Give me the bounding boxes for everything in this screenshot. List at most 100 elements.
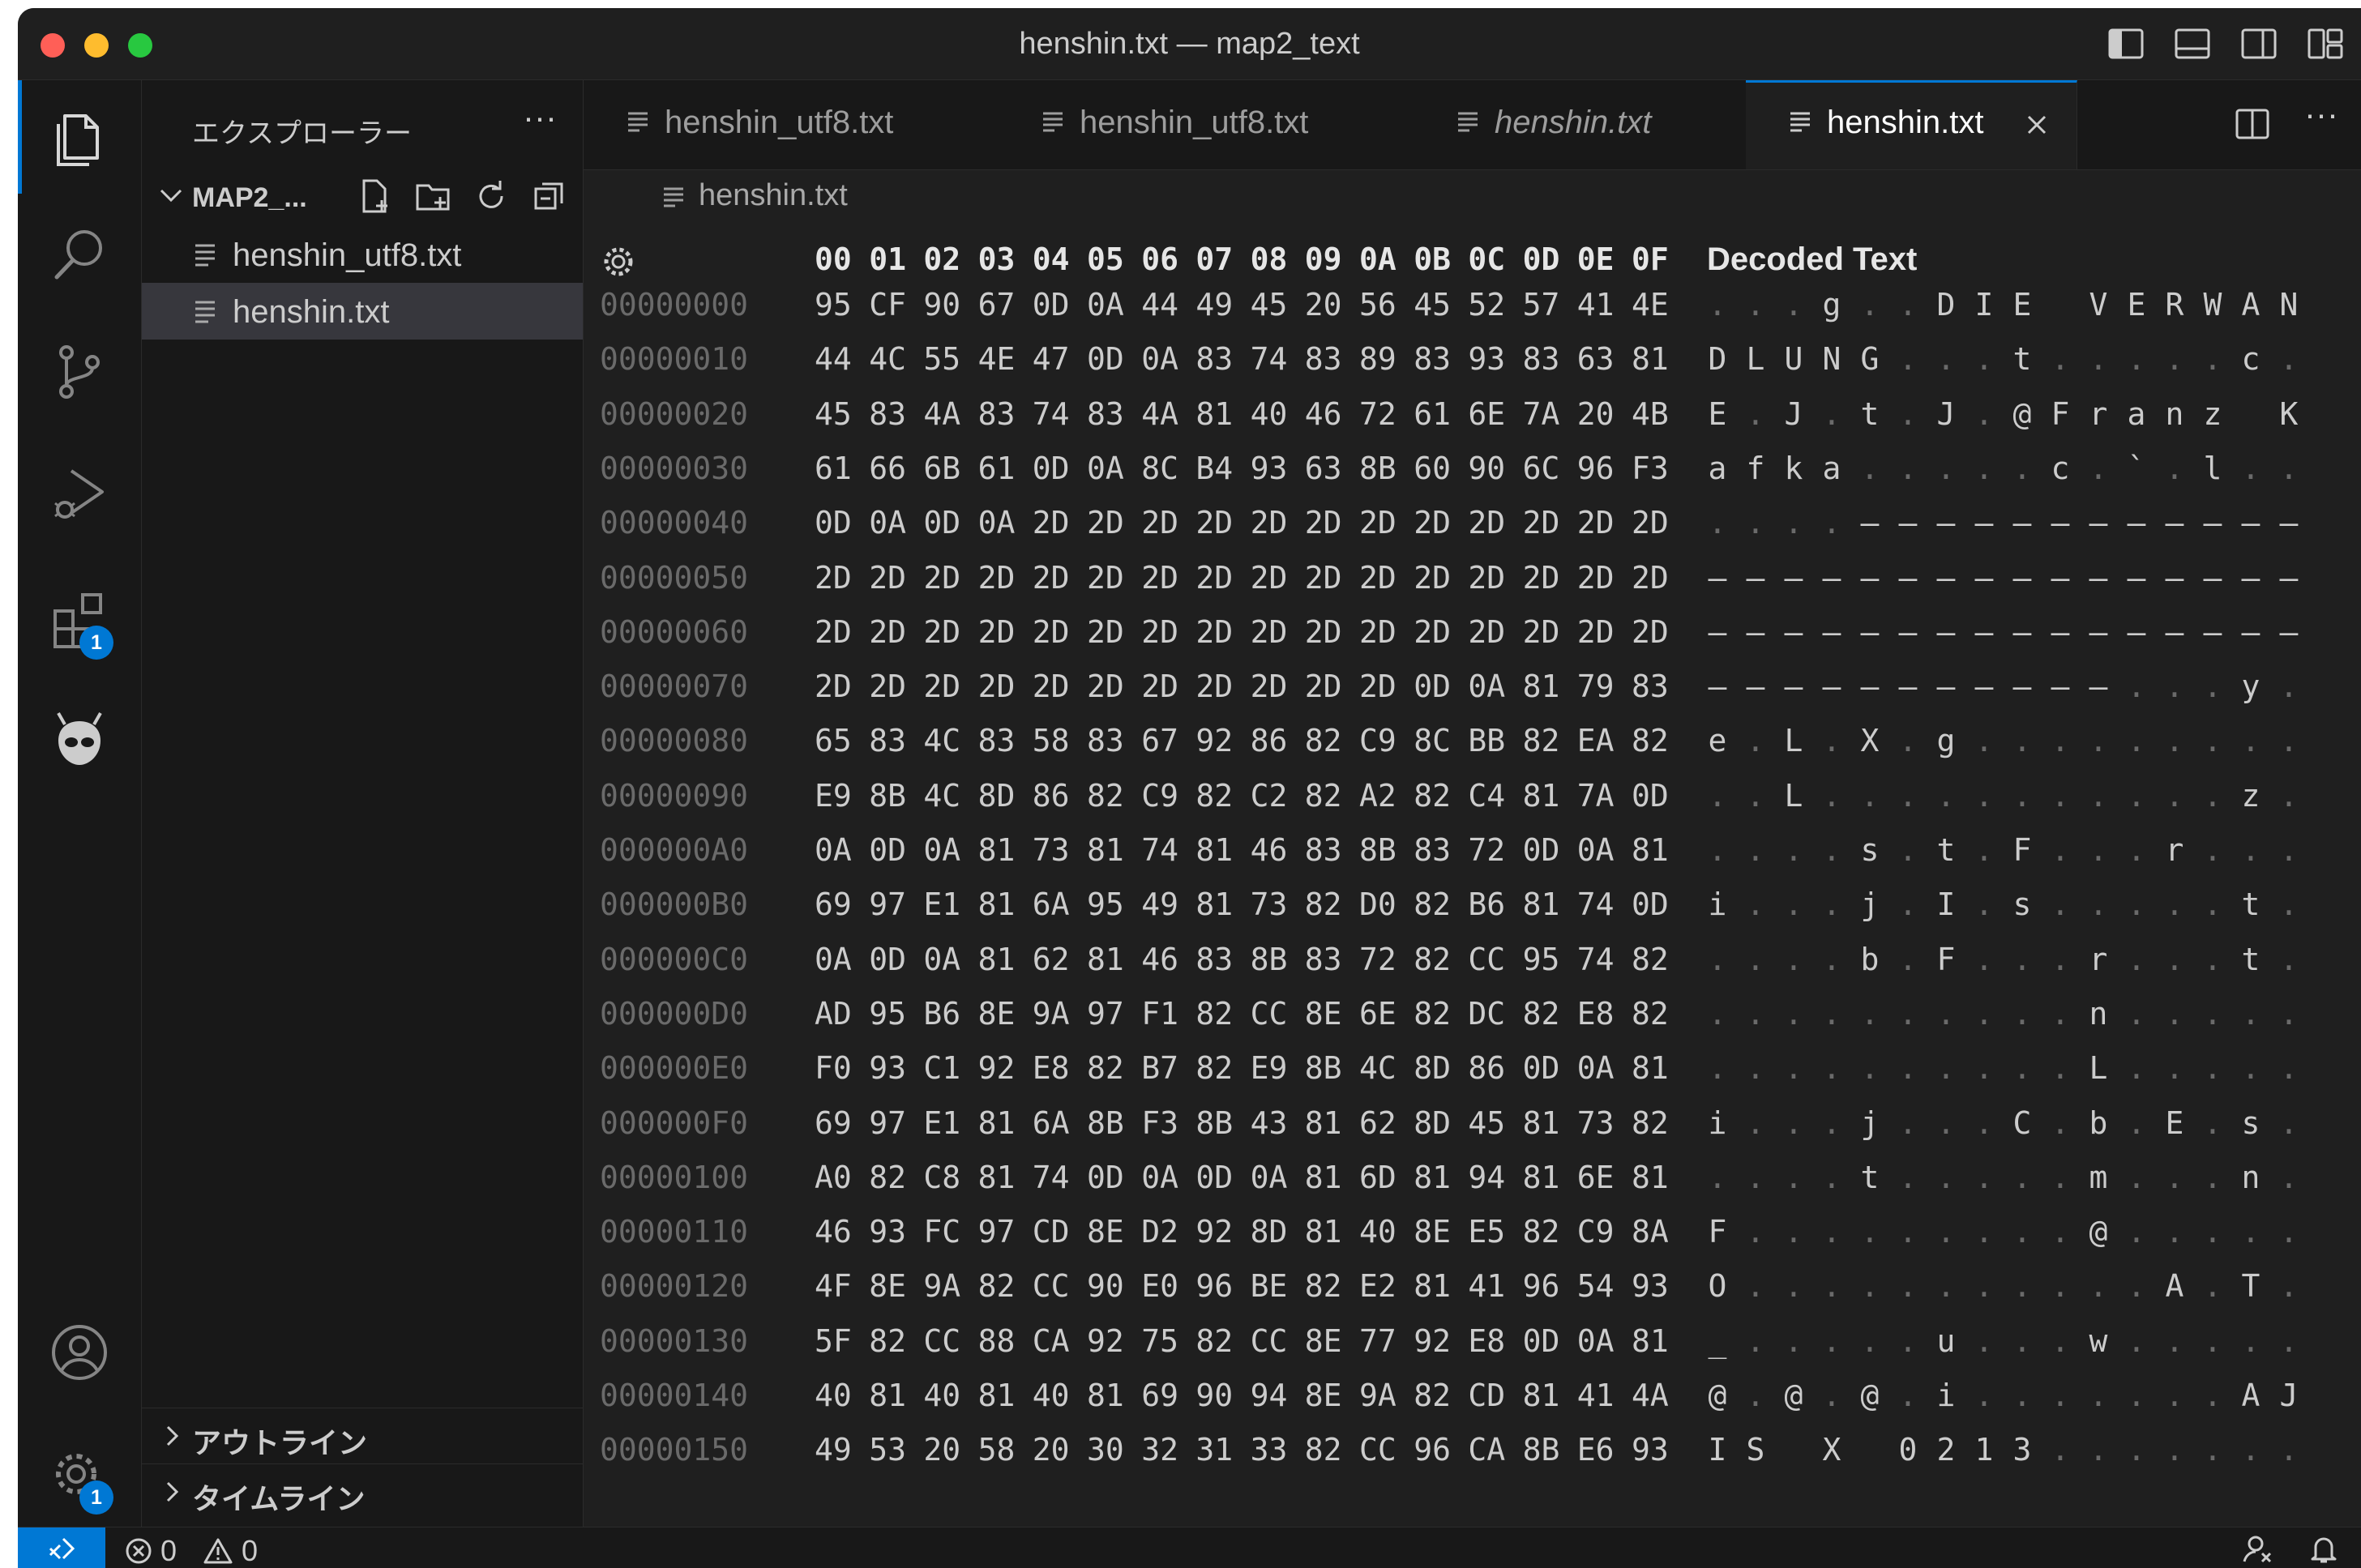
decoded-char[interactable]: @ xyxy=(2079,1214,2118,1250)
hex-byte[interactable]: 0A xyxy=(1141,1160,1178,1195)
decoded-char[interactable]: . xyxy=(1850,1323,1889,1359)
decoded-char[interactable]: — xyxy=(2079,614,2118,650)
hex-byte[interactable]: 46 xyxy=(1141,942,1178,977)
hex-byte[interactable]: 0D xyxy=(869,832,906,868)
hex-byte[interactable]: 2D xyxy=(1087,505,1124,540)
decoded-char[interactable]: — xyxy=(1736,560,1775,596)
decoded-char[interactable]: . xyxy=(1965,1323,2004,1359)
hex-byte[interactable]: 82 xyxy=(1087,778,1124,814)
hex-byte[interactable]: 82 xyxy=(869,1160,906,1195)
hex-byte[interactable]: 93 xyxy=(1632,1268,1669,1304)
decoded-char[interactable]: . xyxy=(2193,1432,2232,1468)
hex-byte[interactable]: E1 xyxy=(923,1105,960,1141)
hex-byte[interactable]: 46 xyxy=(815,1214,852,1250)
decoded-char[interactable]: . xyxy=(2193,723,2232,758)
decoded-char[interactable]: — xyxy=(1812,669,1851,704)
hex-byte[interactable]: 2D xyxy=(1195,669,1233,704)
hex-byte[interactable]: 93 xyxy=(1251,451,1288,486)
hex-byte[interactable]: 74 xyxy=(1141,832,1178,868)
toggle-primary-sidebar-icon[interactable] xyxy=(2107,28,2145,60)
hex-byte[interactable]: F3 xyxy=(1141,1105,1178,1141)
hex-byte[interactable]: 81 xyxy=(978,1160,1016,1195)
hex-byte[interactable]: 92 xyxy=(978,1050,1016,1086)
hex-byte[interactable]: E9 xyxy=(815,778,852,814)
hex-byte[interactable]: B7 xyxy=(1141,1050,1178,1086)
hex-byte[interactable]: 4A xyxy=(1632,1378,1669,1413)
hex-byte[interactable]: 2D xyxy=(1632,560,1669,596)
decoded-char[interactable]: @ xyxy=(1698,1378,1737,1413)
decoded-char[interactable]: 3 xyxy=(2003,1432,2042,1468)
decoded-char[interactable]: . xyxy=(1965,723,2004,758)
hex-byte[interactable]: B6 xyxy=(1468,887,1505,922)
decoded-char[interactable]: — xyxy=(2003,614,2042,650)
decoded-char[interactable]: — xyxy=(2117,560,2156,596)
decoded-char[interactable]: . xyxy=(2231,1050,2270,1086)
hex-byte[interactable]: 2D xyxy=(1305,560,1342,596)
hex-byte[interactable]: 2D xyxy=(1359,669,1396,704)
decoded-char[interactable]: W xyxy=(2193,287,2232,323)
hex-byte[interactable]: 2D xyxy=(1141,669,1178,704)
decoded-char[interactable]: . xyxy=(1850,778,1889,814)
hex-byte[interactable]: 96 xyxy=(1577,451,1615,486)
hex-byte[interactable]: 90 xyxy=(923,287,960,323)
decoded-char[interactable]: — xyxy=(2269,560,2308,596)
decoded-char[interactable]: — xyxy=(1927,505,1965,540)
hex-byte[interactable]: 2D xyxy=(1033,560,1070,596)
decoded-char[interactable]: — xyxy=(1812,560,1851,596)
decoded-char[interactable]: b xyxy=(1850,942,1889,977)
decoded-char[interactable]: . xyxy=(1812,778,1851,814)
hex-byte[interactable]: 2D xyxy=(1251,560,1288,596)
decoded-char[interactable]: E xyxy=(2117,287,2156,323)
decoded-char[interactable]: . xyxy=(1698,505,1737,540)
hex-byte[interactable]: 2D xyxy=(1033,669,1070,704)
decoded-char[interactable]: — xyxy=(2269,505,2308,540)
hex-byte[interactable]: 45 xyxy=(1468,1105,1505,1141)
decoded-char[interactable]: . xyxy=(1736,778,1775,814)
decoded-char[interactable]: . xyxy=(2269,832,2308,868)
decoded-char[interactable]: — xyxy=(1888,669,1927,704)
hex-byte[interactable]: 4A xyxy=(923,396,960,432)
decoded-char[interactable]: . xyxy=(2155,1050,2194,1086)
decoded-char[interactable]: . xyxy=(2193,669,2232,704)
hex-byte[interactable]: 9A xyxy=(1033,996,1070,1032)
hex-byte[interactable]: 82 xyxy=(1523,723,1560,758)
hex-byte[interactable]: BB xyxy=(1468,723,1505,758)
hex-byte[interactable]: 89 xyxy=(1359,341,1396,377)
decoded-char[interactable]: . xyxy=(1774,1105,1813,1141)
hex-byte[interactable]: 81 xyxy=(1632,832,1669,868)
manage-activity[interactable]: 1 xyxy=(18,1417,141,1531)
decoded-char[interactable]: . xyxy=(1774,287,1813,323)
decoded-char[interactable]: S xyxy=(1736,1432,1775,1468)
decoded-char[interactable]: . xyxy=(2079,887,2118,922)
hex-byte[interactable]: 94 xyxy=(1251,1378,1288,1413)
decoded-char[interactable]: — xyxy=(2079,505,2118,540)
hex-byte[interactable]: 96 xyxy=(1414,1432,1451,1468)
decoded-char[interactable]: . xyxy=(2117,1105,2156,1141)
hex-byte[interactable]: 81 xyxy=(978,1105,1016,1141)
hex-byte[interactable]: 92 xyxy=(1414,1323,1451,1359)
hex-byte[interactable]: 86 xyxy=(1033,778,1070,814)
copilot-activity[interactable] xyxy=(18,684,141,797)
hex-byte[interactable]: 0A xyxy=(869,505,906,540)
decoded-char[interactable]: . xyxy=(2193,1323,2232,1359)
decoded-char[interactable]: s xyxy=(1850,832,1889,868)
hex-byte[interactable]: CA xyxy=(1033,1323,1070,1359)
hex-byte[interactable]: 82 xyxy=(978,1268,1016,1304)
hex-byte[interactable]: 82 xyxy=(1195,1050,1233,1086)
decoded-char[interactable]: — xyxy=(2041,505,2080,540)
decoded-char[interactable]: . xyxy=(1774,1050,1813,1086)
hex-byte[interactable]: 82 xyxy=(1195,996,1233,1032)
decoded-char[interactable]: . xyxy=(2003,1160,2042,1195)
hex-byte[interactable]: 53 xyxy=(869,1432,906,1468)
hex-byte[interactable]: B6 xyxy=(923,996,960,1032)
hex-byte[interactable]: E8 xyxy=(1033,1050,1070,1086)
hex-byte[interactable]: E5 xyxy=(1468,1214,1505,1250)
decoded-char[interactable]: . xyxy=(1850,1214,1889,1250)
hex-byte[interactable]: 2D xyxy=(923,669,960,704)
hex-byte[interactable]: 90 xyxy=(1195,1378,1233,1413)
decoded-char[interactable]: 2 xyxy=(1927,1432,1965,1468)
decoded-char[interactable]: i xyxy=(1927,1378,1965,1413)
decoded-char[interactable]: — xyxy=(1850,614,1889,650)
hex-byte[interactable]: 62 xyxy=(1359,1105,1396,1141)
collapse-all-icon[interactable] xyxy=(529,176,570,216)
